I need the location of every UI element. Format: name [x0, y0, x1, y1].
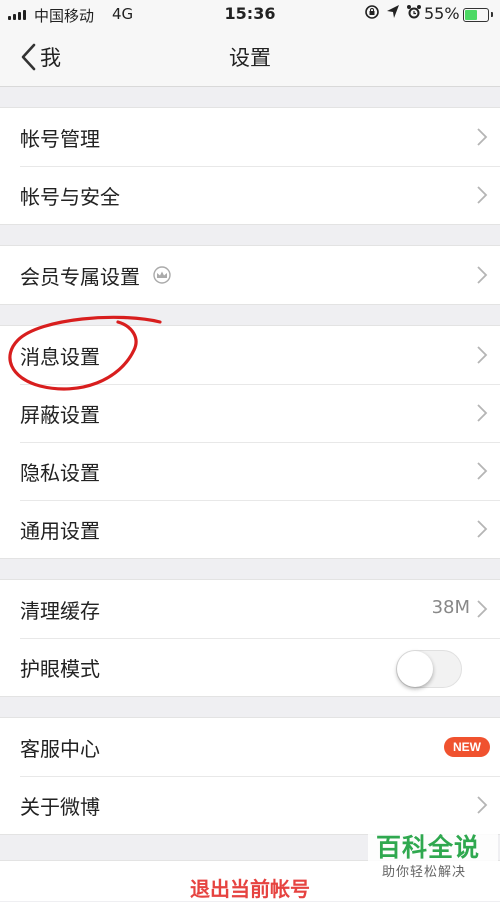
- settings-group-account: 帐号管理 帐号与安全: [0, 107, 500, 225]
- settings-item-privacy[interactable]: 隐私设置: [0, 442, 500, 500]
- settings-item-eye-protection: 护眼模式: [0, 638, 500, 696]
- settings-item-vip[interactable]: 会员专属设置: [0, 246, 500, 304]
- settings-list: 帐号管理 帐号与安全 会员专属设置 消息设置 屏蔽设置 隐私设置 通用设置 清理…: [0, 87, 500, 835]
- settings-item-label: 隐私设置: [20, 460, 100, 485]
- eye-protection-toggle[interactable]: [396, 650, 462, 688]
- location-icon: [387, 5, 399, 18]
- settings-item-label: 会员专属设置: [20, 264, 140, 289]
- settings-group-storage: 清理缓存 38M 护眼模式: [0, 579, 500, 697]
- status-bar: 中国移动 4G 15:36 55%: [0, 0, 500, 30]
- settings-group-general: 消息设置 屏蔽设置 隐私设置 通用设置: [0, 325, 500, 559]
- settings-item-clear-cache[interactable]: 清理缓存 38M: [0, 580, 500, 638]
- settings-item-label: 清理缓存: [20, 598, 100, 623]
- settings-item-account-management[interactable]: 帐号管理: [0, 108, 500, 166]
- settings-item-label: 护眼模式: [20, 656, 100, 681]
- alarm-icon: [407, 5, 421, 19]
- settings-item-label: 消息设置: [20, 344, 100, 369]
- watermark-title: 百科全说: [376, 833, 481, 862]
- page-title: 设置: [229, 46, 271, 70]
- settings-item-block[interactable]: 屏蔽设置: [0, 384, 500, 442]
- settings-item-label: 关于微博: [20, 794, 100, 819]
- settings-item-label: 帐号管理: [20, 126, 100, 151]
- chevron-right-icon: [477, 346, 488, 364]
- lock-rotation-icon: [365, 5, 379, 19]
- settings-group-support: 客服中心 NEW 关于微博: [0, 717, 500, 835]
- settings-item-general[interactable]: 通用设置: [0, 500, 500, 558]
- settings-item-customer-service[interactable]: 客服中心 NEW: [0, 718, 500, 776]
- crown-icon: [153, 266, 171, 284]
- cache-size: 38M: [431, 597, 470, 618]
- watermark-logo: 百科全说 助你轻松解决: [368, 826, 498, 886]
- watermark-subtitle: 助你轻松解决: [382, 865, 467, 880]
- nav-bar: 我 设置: [0, 30, 500, 87]
- chevron-right-icon: [477, 520, 488, 538]
- settings-group-vip: 会员专属设置: [0, 245, 500, 305]
- settings-item-account-security[interactable]: 帐号与安全: [0, 166, 500, 224]
- chevron-right-icon: [477, 600, 488, 618]
- chevron-right-icon: [477, 128, 488, 146]
- settings-item-label: 屏蔽设置: [20, 402, 100, 427]
- settings-item-message[interactable]: 消息设置: [0, 326, 500, 384]
- settings-item-label: 帐号与安全: [20, 184, 120, 209]
- chevron-right-icon: [477, 266, 488, 284]
- battery-charging-icon: [463, 8, 493, 22]
- chevron-right-icon: [477, 404, 488, 422]
- chevron-right-icon: [477, 462, 488, 480]
- settings-item-label: 客服中心: [20, 736, 100, 761]
- battery-percent: 55%: [424, 4, 460, 23]
- new-badge: NEW: [444, 737, 490, 757]
- settings-item-label: 通用设置: [20, 518, 100, 543]
- chevron-right-icon: [477, 796, 488, 814]
- chevron-right-icon: [477, 186, 488, 204]
